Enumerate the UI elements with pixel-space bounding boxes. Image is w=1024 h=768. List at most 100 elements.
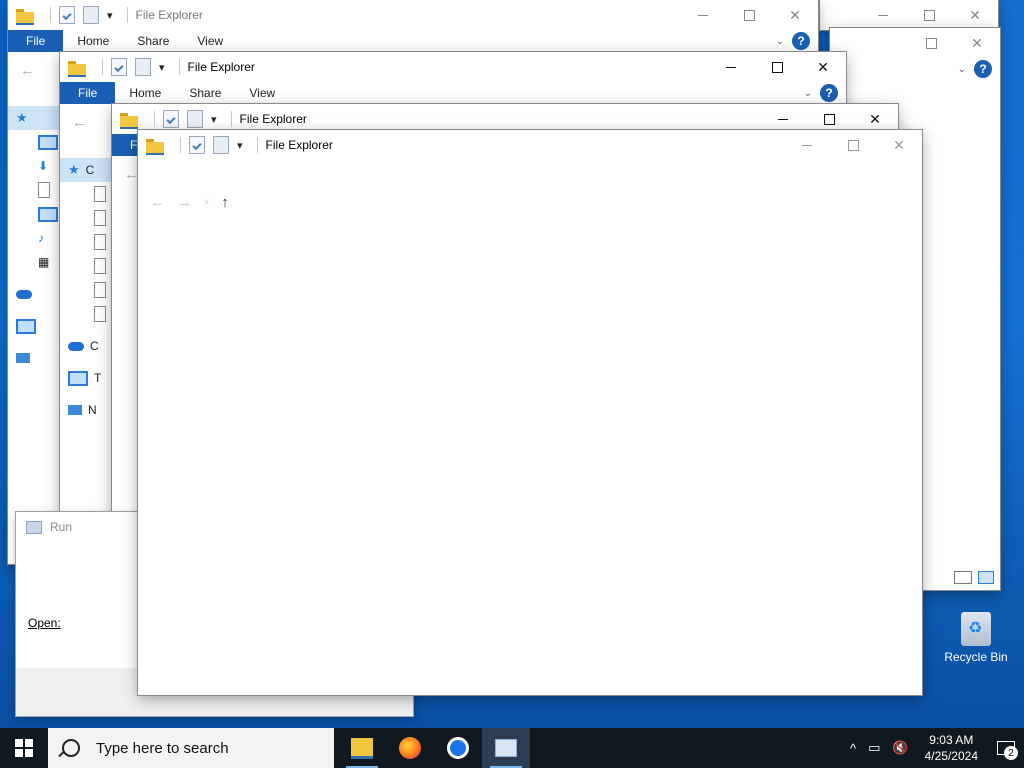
caption-buttons: ✕ xyxy=(860,0,998,30)
search-box[interactable]: Type here to search xyxy=(48,728,334,768)
properties-icon[interactable] xyxy=(163,110,179,128)
sidebar-item-pictures[interactable] xyxy=(8,202,68,226)
tab-share[interactable]: Share xyxy=(123,34,183,48)
list-item[interactable] xyxy=(60,230,120,254)
chevron-up-icon[interactable]: ^ xyxy=(850,741,856,756)
document-icon xyxy=(94,258,106,274)
sidebar-item-label: C xyxy=(85,163,95,177)
taskbar-run[interactable] xyxy=(482,728,530,768)
close-button[interactable]: ✕ xyxy=(772,0,818,30)
sidebar-item-quick-access[interactable]: ★ xyxy=(8,106,68,130)
forward-icon[interactable]: → xyxy=(177,194,192,211)
properties-icon[interactable] xyxy=(189,136,205,154)
start-button[interactable] xyxy=(0,728,48,768)
up-arrow-icon[interactable]: ↑ xyxy=(221,194,229,211)
titlebar: ▾ File Explorer ✕ xyxy=(60,52,846,82)
list-item[interactable] xyxy=(60,302,120,326)
customize-toolbar-icon[interactable]: ▾ xyxy=(159,61,165,74)
network-icon[interactable]: ▭ xyxy=(868,740,880,756)
back-icon[interactable]: ← xyxy=(150,194,165,211)
tab-file[interactable]: File xyxy=(8,30,64,52)
minimize-button[interactable] xyxy=(708,52,754,82)
maximize-button[interactable] xyxy=(726,0,772,30)
close-button[interactable]: ✕ xyxy=(952,0,998,30)
sidebar-item-videos[interactable]: ▦ xyxy=(8,250,68,274)
tab-home[interactable]: Home xyxy=(115,86,175,100)
action-center-button[interactable]: 2 xyxy=(988,728,1024,768)
caption-buttons: ✕ xyxy=(680,0,818,30)
back-icon[interactable]: ← xyxy=(72,114,87,131)
properties-icon[interactable] xyxy=(59,6,75,24)
quick-access-toolbar: ▾ xyxy=(16,6,136,25)
sidebar-item-this-pc[interactable]: T xyxy=(60,366,120,390)
sidebar-item-onedrive[interactable] xyxy=(8,282,68,306)
new-folder-icon[interactable] xyxy=(187,110,203,128)
minimize-button[interactable] xyxy=(860,0,906,30)
help-icon[interactable]: ? xyxy=(974,60,992,78)
taskbar-firefox[interactable] xyxy=(386,728,434,768)
back-icon[interactable]: ← xyxy=(20,62,35,79)
list-item[interactable] xyxy=(60,206,120,230)
close-button[interactable]: ✕ xyxy=(876,130,922,160)
recycle-bin[interactable]: Recycle Bin xyxy=(944,612,1008,664)
document-icon xyxy=(94,210,106,226)
clock[interactable]: 9:03 AM 4/25/2024 xyxy=(925,732,978,764)
star-icon: ★ xyxy=(16,110,28,125)
sidebar-item-this-pc[interactable] xyxy=(8,314,68,338)
titlebar: ✕ xyxy=(830,28,1000,58)
sidebar-item-network[interactable] xyxy=(8,346,68,370)
taskbar-file-explorer[interactable] xyxy=(338,728,386,768)
large-icons-view-icon[interactable] xyxy=(978,571,994,584)
file-explorer-icon xyxy=(351,737,373,759)
ribbon-expand-icon[interactable]: ⌄ xyxy=(958,64,966,75)
explorer-window-back[interactable]: ✕ xyxy=(820,0,998,30)
details-view-icon[interactable] xyxy=(954,571,972,584)
minimize-button[interactable] xyxy=(680,0,726,30)
sidebar-item-network[interactable]: N xyxy=(60,398,120,422)
back-icon[interactable]: ← xyxy=(124,166,139,183)
sidebar-item-music[interactable]: ♪ xyxy=(8,226,68,250)
help-icon[interactable]: ? xyxy=(792,32,810,50)
recent-locations-icon[interactable]: ˅ xyxy=(204,197,209,207)
sidebar-item-desktop[interactable] xyxy=(8,130,68,154)
new-folder-icon[interactable] xyxy=(213,136,229,154)
properties-icon[interactable] xyxy=(111,58,127,76)
maximize-button[interactable] xyxy=(830,130,876,160)
close-button[interactable]: ✕ xyxy=(800,52,846,82)
firefox-icon xyxy=(399,737,421,759)
sidebar-item-label: T xyxy=(94,371,102,385)
help-icon[interactable]: ? xyxy=(820,84,838,102)
maximize-button[interactable] xyxy=(908,28,954,58)
maximize-button[interactable] xyxy=(906,0,952,30)
new-folder-icon[interactable] xyxy=(135,58,151,76)
tab-home[interactable]: Home xyxy=(63,34,123,48)
ribbon-tabs: File Home Share View ⌄ ? xyxy=(60,82,846,104)
explorer-window-front[interactable]: ▾ File Explorer ✕ ← → ˅ ↑ xyxy=(138,130,922,695)
customize-toolbar-icon[interactable]: ▾ xyxy=(211,113,217,126)
quick-access-toolbar: ▾ xyxy=(68,58,188,77)
tab-share[interactable]: Share xyxy=(175,86,235,100)
pictures-icon xyxy=(38,206,58,222)
list-item[interactable] xyxy=(60,278,120,302)
window-title: File Explorer xyxy=(135,8,203,22)
list-item[interactable] xyxy=(60,254,120,278)
run-icon xyxy=(26,520,42,534)
customize-toolbar-icon[interactable]: ▾ xyxy=(107,9,113,22)
taskbar-chrome[interactable] xyxy=(434,728,482,768)
tab-view[interactable]: View xyxy=(183,34,237,48)
ribbon-expand-icon[interactable]: ⌄ xyxy=(804,88,812,99)
tab-view[interactable]: View xyxy=(235,86,289,100)
tab-file[interactable]: File xyxy=(60,82,116,104)
close-button[interactable]: ✕ xyxy=(954,28,1000,58)
ribbon-expand-icon[interactable]: ⌄ xyxy=(776,36,784,47)
customize-toolbar-icon[interactable]: ▾ xyxy=(237,139,243,152)
list-item[interactable] xyxy=(60,182,120,206)
sidebar-item-documents[interactable] xyxy=(8,178,68,202)
volume-muted-icon[interactable]: 🔇 xyxy=(892,740,908,756)
minimize-button[interactable] xyxy=(784,130,830,160)
sidebar-item-quick-access[interactable]: ★ C xyxy=(60,158,120,182)
maximize-button[interactable] xyxy=(754,52,800,82)
sidebar-item-onedrive[interactable]: C xyxy=(60,334,120,358)
new-folder-icon[interactable] xyxy=(83,6,99,24)
sidebar-item-downloads[interactable]: ⬇ xyxy=(8,154,68,178)
